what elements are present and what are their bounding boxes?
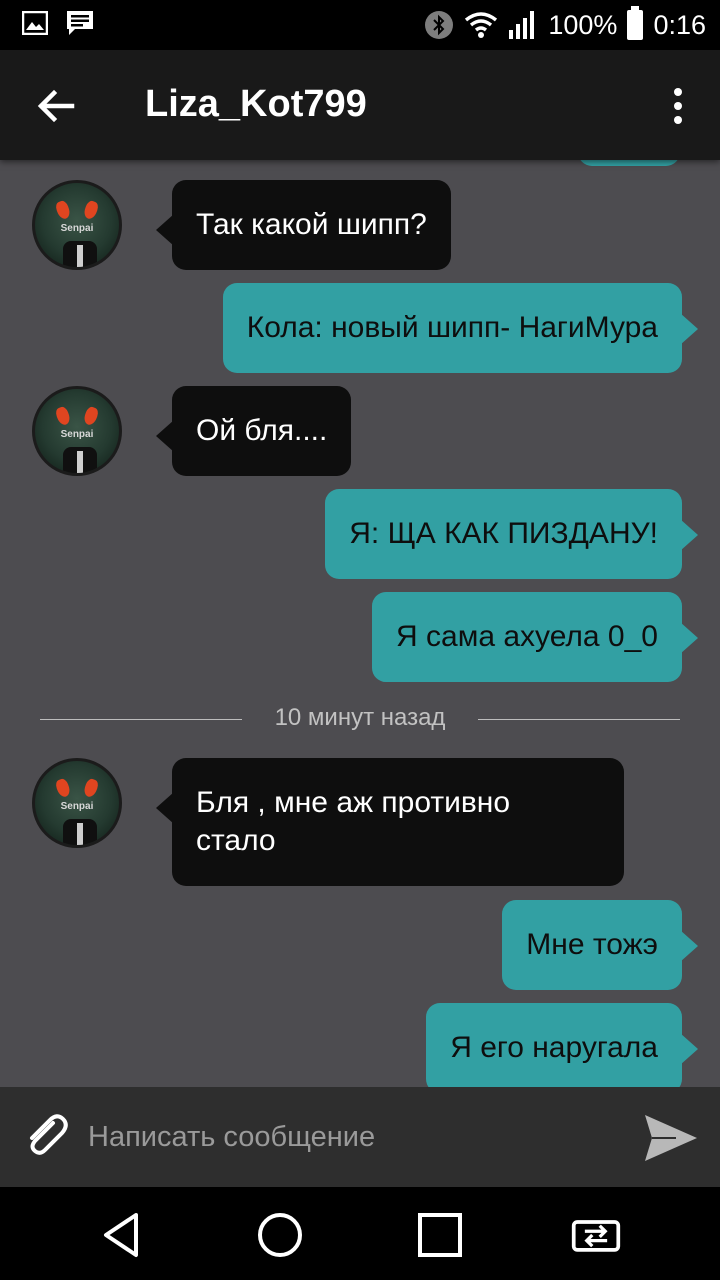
message-notification-icon	[67, 11, 93, 35]
outgoing-message[interactable]: Я сама ахуела 0_0	[372, 592, 698, 682]
clock: 0:16	[653, 9, 706, 40]
bluetooth-icon	[425, 11, 454, 39]
recents-square-icon[interactable]	[414, 1209, 466, 1261]
signal-icon	[509, 11, 535, 39]
chat-toolbar: Liza_Kot799	[0, 50, 720, 160]
battery-percent: 100%	[548, 9, 618, 40]
system-status: 100% 0:16	[424, 6, 706, 44]
switch-app-icon[interactable]	[570, 1209, 622, 1261]
compose-bar	[0, 1087, 720, 1187]
time-divider: 10 минут назад	[40, 704, 680, 734]
outgoing-message[interactable]: Я: ЩА КАК ПИЗДАНУ!	[325, 489, 698, 579]
status-bar: 100% 0:16	[0, 0, 720, 50]
arrow-left-icon[interactable]	[30, 80, 82, 132]
more-vert-icon[interactable]	[666, 82, 690, 130]
system-nav-bar	[0, 1187, 720, 1280]
avatar[interactable]: Senpai	[32, 758, 122, 848]
image-notification-icon	[22, 11, 48, 35]
back-triangle-icon[interactable]	[98, 1209, 150, 1261]
incoming-message[interactable]: Ой бля....	[155, 386, 352, 476]
chat-title[interactable]: Liza_Kot799	[145, 83, 367, 126]
avatar[interactable]: Senpai	[32, 386, 122, 476]
avatar[interactable]: Senpai	[32, 180, 122, 270]
outgoing-message[interactable]: Я его наругала	[426, 1003, 698, 1087]
home-circle-icon[interactable]	[254, 1209, 306, 1261]
outgoing-message[interactable]: Мне тожэ	[502, 900, 698, 990]
incoming-message[interactable]: Так какой шипп?	[156, 180, 451, 270]
battery-icon	[627, 6, 644, 40]
outgoing-message[interactable]: Кола: новый шипп- НагиМура	[222, 283, 699, 373]
time-divider-label: 10 минут назад	[274, 704, 446, 731]
send-icon[interactable]	[642, 1109, 700, 1167]
message-input[interactable]	[88, 1109, 628, 1165]
wifi-icon	[465, 12, 498, 38]
message-list[interactable]: Senpai Так какой шипп? Кола: новый шипп-…	[0, 160, 720, 1087]
notification-icons	[22, 10, 94, 36]
incoming-message[interactable]: Бля , мне аж противно стало	[156, 758, 624, 886]
partial-outgoing-bubble	[578, 160, 680, 166]
paperclip-icon[interactable]	[20, 1109, 74, 1163]
